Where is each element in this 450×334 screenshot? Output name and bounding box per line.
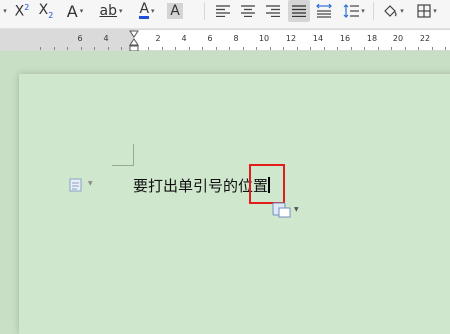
ruler-tick — [175, 47, 176, 50]
phonetic-guide-icon: ab — [99, 3, 117, 19]
ruler-tick — [242, 47, 244, 50]
ruler-number: 2 — [155, 34, 161, 43]
ruler-tick — [404, 47, 406, 50]
align-right-icon — [266, 5, 280, 17]
toolbar-divider — [373, 2, 374, 20]
align-left-button[interactable] — [213, 0, 233, 22]
text-effect-button[interactable]: A ▾ — [60, 0, 90, 22]
align-center-button[interactable] — [238, 0, 258, 22]
ruler-number: 20 — [392, 34, 404, 43]
ruler-tick — [418, 47, 419, 50]
ruler-tick — [391, 47, 392, 50]
paste-options-icon[interactable] — [272, 202, 292, 218]
chevron-down-icon: ▾ — [151, 7, 155, 15]
chevron-down-icon: ▾ — [433, 7, 437, 15]
align-center-icon — [241, 5, 255, 17]
ruler-tick — [310, 47, 311, 50]
ruler-tick — [350, 47, 352, 50]
superscript-icon: X2 — [14, 2, 30, 20]
subscript-icon: X2 — [38, 2, 54, 20]
chevron-down-icon: ▾ — [118, 7, 123, 15]
ruler-tick — [215, 47, 217, 50]
ruler-number: 22 — [419, 34, 431, 43]
document-text-content: 要打出单引号的位置 — [133, 177, 269, 195]
indent-marker-icon[interactable] — [129, 30, 139, 52]
formatting-toolbar: ▾ X2 X2 A ▾ ab ▾ A ▾ A ▾ ▾ ▾ — [0, 0, 450, 29]
document-page[interactable] — [19, 74, 450, 334]
ruler-tick — [256, 47, 257, 50]
superscript-button[interactable]: X2 — [12, 0, 32, 22]
ruler-tick — [121, 47, 122, 50]
chevron-down-icon: ▾ — [400, 7, 404, 15]
ruler-number: 12 — [285, 34, 297, 43]
ruler-tick — [202, 47, 203, 50]
ruler-tick — [296, 47, 298, 50]
distributed-align-icon — [316, 4, 332, 18]
line-spacing-button[interactable]: ▾ — [339, 0, 369, 22]
chevron-down-icon: ▾ — [361, 7, 365, 15]
ruler-number: 18 — [366, 34, 378, 43]
ruler-tick — [445, 47, 446, 50]
distributed-align-button[interactable] — [314, 0, 334, 22]
ruler-tick — [80, 47, 82, 50]
ruler-number: 10 — [258, 34, 270, 43]
font-color-button[interactable]: A ▾ — [132, 0, 162, 22]
ruler-number: 4 — [103, 34, 109, 43]
ruler-number: 4 — [181, 34, 187, 43]
ruler-tick — [94, 47, 95, 50]
borders-button[interactable]: ▾ — [412, 0, 442, 22]
justify-icon — [292, 5, 306, 17]
font-color-icon: A — [139, 1, 150, 19]
ruler-tick — [431, 47, 433, 50]
align-right-button[interactable] — [263, 0, 283, 22]
ruler-tick — [337, 47, 338, 50]
chevron-down-icon: ▾ — [79, 7, 84, 15]
ruler-tick — [40, 47, 41, 50]
highlight-box — [249, 164, 285, 204]
ruler-number: 14 — [312, 34, 324, 43]
chevron-down-icon[interactable]: ▼ — [88, 180, 93, 187]
ruler-number: 8 — [233, 34, 239, 43]
ruler-tick — [377, 47, 379, 50]
font-dropdown-arrow[interactable]: ▾ — [0, 0, 8, 22]
ruler-tick — [188, 47, 190, 50]
character-shading-icon: A — [167, 3, 183, 19]
chevron-down-icon[interactable]: ▼ — [294, 206, 299, 213]
ruler-number: 6 — [207, 34, 213, 43]
margin-corner-mark — [112, 144, 134, 166]
horizontal-ruler[interactable]: 6 4 2 2 4 6 8 10 12 14 16 18 20 22 — [0, 29, 450, 51]
align-left-icon — [216, 5, 230, 17]
ruler-tick — [53, 47, 55, 50]
ruler-tick — [229, 47, 230, 50]
text-effect-icon: A — [66, 1, 78, 21]
line-spacing-icon — [343, 4, 360, 18]
ruler-tick — [269, 47, 271, 50]
ruler-number: 6 — [77, 34, 83, 43]
shading-button[interactable]: ▾ — [378, 0, 408, 22]
toolbar-divider — [204, 2, 205, 20]
ruler-tick — [323, 47, 325, 50]
phonetic-guide-button[interactable]: ab ▾ — [95, 0, 127, 22]
ruler-number: 16 — [339, 34, 351, 43]
ruler-tick — [67, 47, 68, 50]
character-shading-button[interactable]: A — [166, 0, 184, 22]
ruler-tick — [161, 47, 163, 50]
paragraph-layout-icon[interactable] — [69, 178, 83, 192]
ruler-tick — [107, 47, 109, 50]
ruler-tick — [148, 47, 149, 50]
border-grid-icon — [417, 4, 431, 18]
paint-bucket-icon — [384, 5, 397, 17]
ruler-tick — [283, 47, 284, 50]
ruler-tick — [364, 47, 365, 50]
subscript-button[interactable]: X2 — [36, 0, 56, 22]
justify-button[interactable] — [288, 0, 310, 22]
